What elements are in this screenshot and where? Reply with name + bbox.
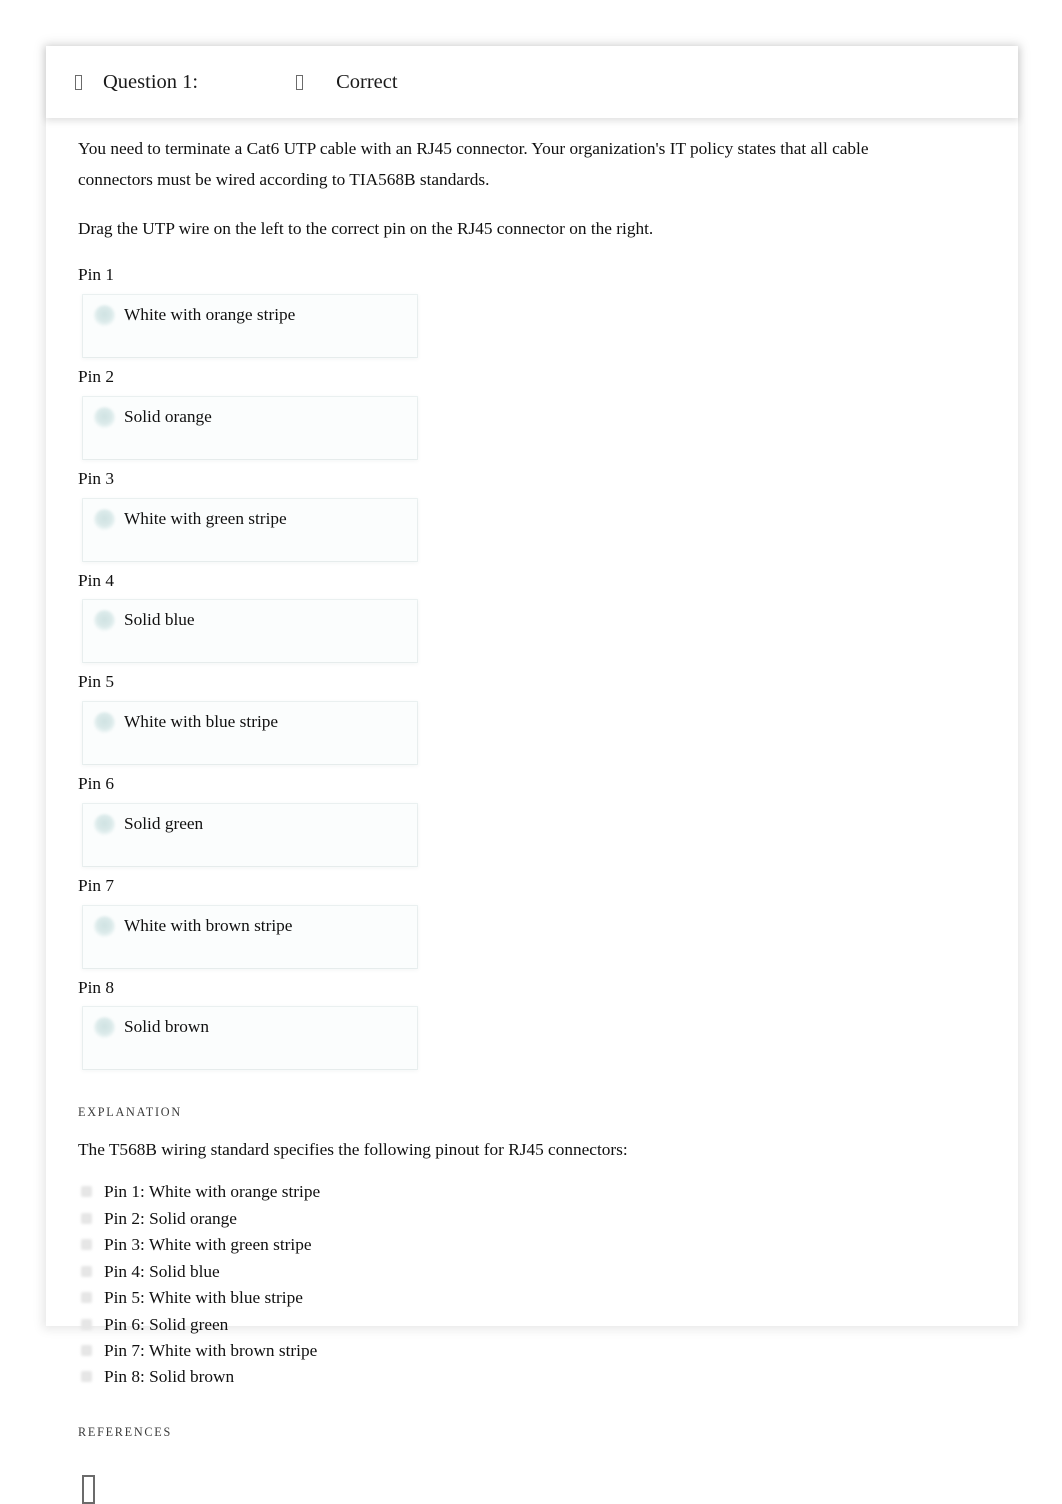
pin-drop-target[interactable]: White with blue stripe <box>83 702 417 765</box>
list-item: Pin 3: White with green stripe <box>78 1232 978 1258</box>
question-prompt: You need to terminate a Cat6 UTP cable w… <box>78 139 869 189</box>
pin-label: Pin 2 <box>78 367 115 387</box>
bullet-icon <box>81 1186 92 1198</box>
wire-color-icon <box>94 508 115 530</box>
question-instruction: Drag the UTP wire on the left to the cor… <box>78 218 654 238</box>
wire-label: Solid blue <box>124 610 195 630</box>
wire-label: White with blue stripe <box>124 712 279 732</box>
wire-label: White with green stripe <box>124 508 287 528</box>
pin-label: Pin 4 <box>78 570 115 590</box>
question-body: You need to terminate a Cat6 UTP cable w… <box>46 118 1018 1504</box>
question-header-bar: Question 1: Correct <box>46 46 1018 118</box>
list-item: Pin 1: White with orange stripe <box>78 1179 978 1205</box>
question-status-badge: Correct <box>336 70 398 93</box>
bullet-icon <box>81 1345 92 1356</box>
wire-color-icon <box>94 305 115 327</box>
list-item: Pin 7: White with brown stripe <box>78 1338 978 1364</box>
list-item: Pin 6: Solid green <box>78 1312 978 1338</box>
explanation-intro-text: The T568B wiring standard specifies the … <box>78 1140 628 1160</box>
wire-label: Solid orange <box>124 406 212 426</box>
pin-drop-target[interactable]: White with green stripe <box>83 498 417 561</box>
pinout-text: Pin 6: Solid green <box>104 1314 229 1334</box>
pin-block: Pin 4 Solid blue <box>78 571 978 663</box>
pin-block: Pin 6 Solid green <box>78 774 978 866</box>
pinout-text: Pin 2: Solid orange <box>104 1208 237 1228</box>
list-item: Pin 2: Solid orange <box>78 1206 978 1232</box>
wire-label: Solid brown <box>124 1017 209 1037</box>
pin-label: Pin 5 <box>78 672 115 692</box>
pinout-list: Pin 1: White with orange stripe Pin 2: S… <box>78 1179 978 1391</box>
wire-color-icon <box>94 813 115 835</box>
pin-drop-target[interactable]: Solid green <box>83 803 417 866</box>
pin-block: Pin 1 White with orange stripe <box>78 265 978 358</box>
pin-label: Pin 7 <box>78 875 115 895</box>
pin-label: Pin 6 <box>78 774 115 794</box>
explanation-heading: EXPLANATION <box>78 1105 182 1120</box>
pin-block: Pin 8 Solid brown <box>78 978 978 1070</box>
correct-check-icon <box>296 74 304 90</box>
pin-block: Pin 3 White with green stripe <box>78 469 978 561</box>
question-content: You need to terminate a Cat6 UTP cable w… <box>46 118 1018 1504</box>
pin-drop-target[interactable]: White with brown stripe <box>83 905 417 968</box>
question-number-label: Question 1: <box>103 70 199 93</box>
list-item: Pin 4: Solid blue <box>78 1259 978 1285</box>
pinout-text: Pin 3: White with green stripe <box>104 1235 312 1255</box>
wire-label: Solid green <box>124 813 204 833</box>
list-item: Pin 5: White with blue stripe <box>78 1285 978 1311</box>
wire-color-icon <box>94 406 115 428</box>
pinout-text: Pin 4: Solid blue <box>104 1261 220 1281</box>
wire-color-icon <box>94 915 115 937</box>
wire-color-icon <box>94 610 115 632</box>
bullet-icon <box>81 1239 92 1251</box>
bullet-icon <box>81 1265 92 1277</box>
wire-label: White with orange stripe <box>124 305 296 325</box>
pin-assignment-list: Pin 1 White with orange stripe Pin 2 Sol… <box>78 265 978 1070</box>
wire-label: White with brown stripe <box>124 915 293 935</box>
pin-drop-target[interactable]: Solid brown <box>83 1007 417 1070</box>
pinout-text: Pin 1: White with orange stripe <box>104 1182 321 1202</box>
wire-color-icon <box>94 712 115 734</box>
pin-label: Pin 8 <box>78 977 115 997</box>
pin-block: Pin 5 White with blue stripe <box>78 672 978 765</box>
pinout-text: Pin 5: White with blue stripe <box>104 1288 303 1308</box>
pin-drop-target[interactable]: White with orange stripe <box>83 295 417 358</box>
list-item: Pin 8: Solid brown <box>78 1364 978 1390</box>
wire-color-icon <box>94 1017 115 1039</box>
pin-drop-target[interactable]: Solid blue <box>83 600 417 663</box>
pin-block: Pin 2 Solid orange <box>78 367 978 459</box>
bullet-icon <box>81 1371 92 1383</box>
pinout-text: Pin 8: Solid brown <box>104 1367 235 1387</box>
pin-label: Pin 1 <box>78 265 115 285</box>
references-heading: REFERENCES <box>78 1424 173 1439</box>
bullet-icon <box>81 1212 92 1224</box>
question-marker-icon <box>75 74 82 90</box>
pin-label: Pin 3 <box>78 468 115 488</box>
bullet-icon <box>81 1318 92 1330</box>
pin-block: Pin 7 White with brown stripe <box>78 876 978 968</box>
pin-drop-target[interactable]: Solid orange <box>83 396 417 459</box>
reference-link-icon[interactable] <box>82 1474 95 1504</box>
bullet-icon <box>81 1292 92 1304</box>
pinout-text: Pin 7: White with brown stripe <box>104 1341 318 1360</box>
